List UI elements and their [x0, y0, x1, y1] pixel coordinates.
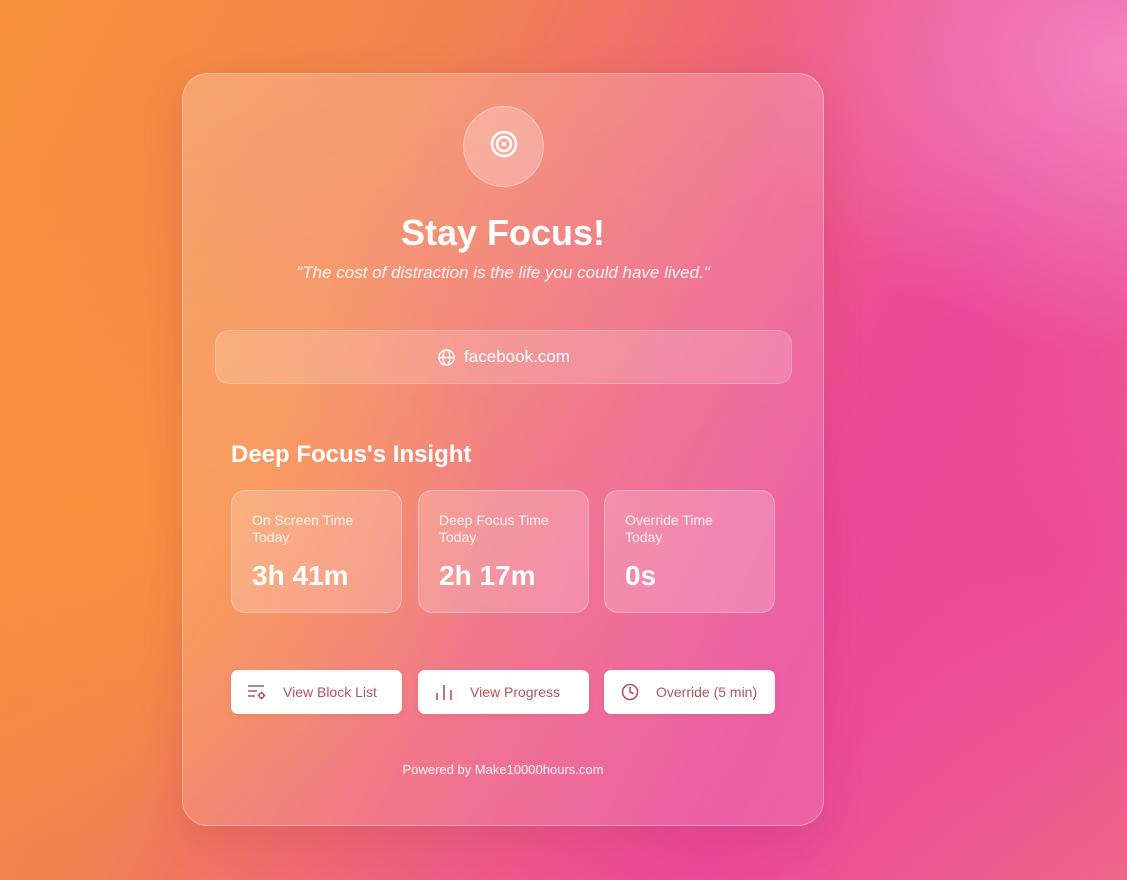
focus-card: Stay Focus! "The cost of distraction is …	[182, 73, 824, 826]
stat-card-override-time: Override Time Today 0s	[604, 490, 775, 613]
logo-badge	[463, 106, 544, 187]
stat-label: Override Time Today	[625, 512, 713, 545]
override-label: Override (5 min)	[656, 684, 758, 700]
list-settings-icon	[247, 682, 267, 702]
view-block-list-label: View Block List	[283, 684, 377, 700]
stat-label: On Screen Time Today	[252, 512, 354, 545]
stat-label: Deep Focus Time Today	[439, 512, 549, 545]
view-block-list-button[interactable]: View Block List	[231, 670, 402, 714]
quote-text: "The cost of distraction is the life you…	[296, 263, 710, 282]
view-progress-label: View Progress	[470, 684, 561, 700]
blocked-site-domain: facebook.com	[464, 347, 570, 366]
insight-title: Deep Focus's Insight	[231, 441, 472, 468]
stat-value: 0s	[625, 560, 657, 591]
clock-icon	[620, 682, 640, 702]
stat-value: 3h 41m	[252, 560, 349, 591]
view-progress-button[interactable]: View Progress	[418, 670, 589, 714]
globe-icon	[437, 348, 456, 367]
target-icon	[489, 129, 519, 164]
bar-chart-icon	[434, 682, 454, 702]
stat-value: 2h 17m	[439, 560, 536, 591]
override-button[interactable]: Override (5 min)	[604, 670, 775, 714]
stat-card-deep-focus-time: Deep Focus Time Today 2h 17m	[418, 490, 589, 613]
stat-card-screen-time: On Screen Time Today 3h 41m	[231, 490, 402, 613]
powered-by-footer: Powered by Make10000hours.com	[402, 762, 604, 777]
blocked-site-box: facebook.com	[215, 330, 792, 384]
page-title: Stay Focus!	[400, 212, 606, 253]
